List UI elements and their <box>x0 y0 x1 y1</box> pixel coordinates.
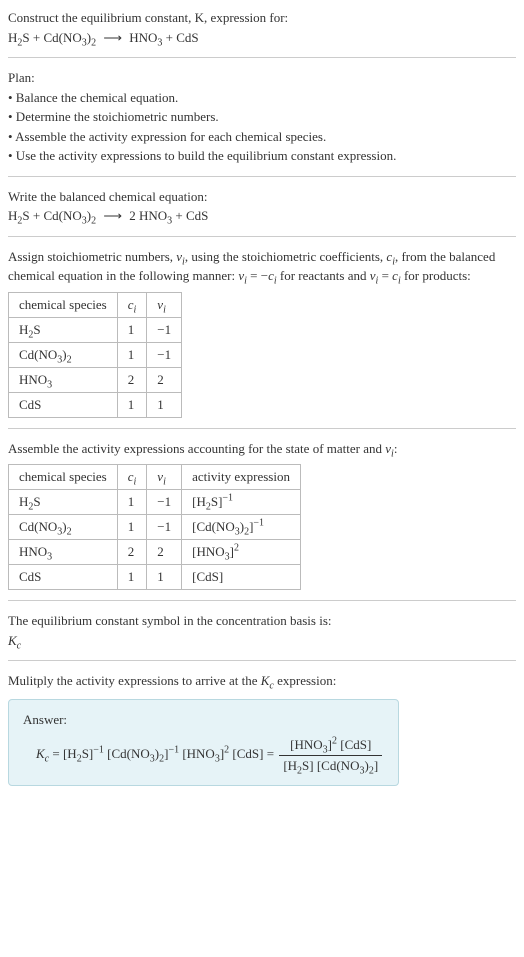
cell: [CdS] <box>182 565 301 590</box>
intro: Construct the equilibrium constant, K, e… <box>8 8 516 47</box>
intro-title: Construct the equilibrium constant, K, e… <box>8 8 516 28</box>
stoich-table: chemical species ci νi H2S 1 −1 Cd(NO3)2… <box>8 292 182 418</box>
cell: 1 <box>117 392 147 417</box>
cell: HNO3 <box>9 367 118 392</box>
col-species: chemical species <box>9 292 118 317</box>
cell: CdS <box>9 392 118 417</box>
cell: 2 <box>147 540 182 565</box>
answer-equation: Kc = [H2S]−1 [Cd(NO3)2]−1 [HNO3]2 [CdS] … <box>23 735 384 775</box>
denominator: [H2S] [Cd(NO3)2] <box>279 756 382 776</box>
symbol-text: The equilibrium constant symbol in the c… <box>8 611 516 631</box>
col-activity: activity expression <box>182 465 301 490</box>
cell: Cd(NO3)2 <box>9 515 118 540</box>
chem: 2 HNO3 + CdS <box>129 208 208 223</box>
cell: 1 <box>117 490 147 515</box>
divider <box>8 660 516 661</box>
cell: 1 <box>117 565 147 590</box>
balanced-title: Write the balanced chemical equation: <box>8 187 516 207</box>
arrow-icon <box>99 208 126 223</box>
table-row: Cd(NO3)2 1 −1 <box>9 342 182 367</box>
plan-b4: • Use the activity expressions to build … <box>8 146 516 166</box>
multiply-text: Mulitply the activity expressions to arr… <box>8 671 516 691</box>
plan: Plan: • Balance the chemical equation. •… <box>8 68 516 166</box>
cell: 1 <box>147 565 182 590</box>
cell: −1 <box>147 490 182 515</box>
symbol-k: Kc <box>8 631 516 651</box>
table-row: CdS 1 1 <box>9 392 182 417</box>
divider <box>8 236 516 237</box>
table-header: chemical species ci νi activity expressi… <box>9 465 301 490</box>
table-row: HNO3 2 2 [HNO3]2 <box>9 540 301 565</box>
divider <box>8 600 516 601</box>
arrow-icon <box>99 30 126 45</box>
intro-title-text: Construct the equilibrium constant, K, e… <box>8 10 288 25</box>
cell: 1 <box>117 317 147 342</box>
cell: H2S <box>9 317 118 342</box>
cell: 1 <box>117 342 147 367</box>
cell: Cd(NO3)2 <box>9 342 118 367</box>
cell: 2 <box>117 367 147 392</box>
assemble-text: Assemble the activity expressions accoun… <box>8 439 516 459</box>
table-row: CdS 1 1 [CdS] <box>9 565 301 590</box>
cell: [Cd(NO3)2]−1 <box>182 515 301 540</box>
cell: 1 <box>147 392 182 417</box>
col-vi: νi <box>147 292 182 317</box>
cell: CdS <box>9 565 118 590</box>
multiply: Mulitply the activity expressions to arr… <box>8 671 516 786</box>
table-row: H2S 1 −1 <box>9 317 182 342</box>
plan-b2: • Determine the stoichiometric numbers. <box>8 107 516 127</box>
chem: H2S + Cd(NO3)2 <box>8 208 96 223</box>
assemble: Assemble the activity expressions accoun… <box>8 439 516 591</box>
cell: −1 <box>147 317 182 342</box>
balanced-equation: H2S + Cd(NO3)2 2 HNO3 + CdS <box>8 206 516 226</box>
activity-table: chemical species ci νi activity expressi… <box>8 464 301 590</box>
plan-b1: • Balance the chemical equation. <box>8 88 516 108</box>
cell: H2S <box>9 490 118 515</box>
cell: HNO3 <box>9 540 118 565</box>
table-row: Cd(NO3)2 1 −1 [Cd(NO3)2]−1 <box>9 515 301 540</box>
table-row: H2S 1 −1 [H2S]−1 <box>9 490 301 515</box>
divider <box>8 57 516 58</box>
plan-b3: • Assemble the activity expression for e… <box>8 127 516 147</box>
divider <box>8 428 516 429</box>
cell: −1 <box>147 342 182 367</box>
cell: 1 <box>117 515 147 540</box>
cell: [HNO3]2 <box>182 540 301 565</box>
cell: 2 <box>117 540 147 565</box>
col-vi: νi <box>147 465 182 490</box>
plan-title: Plan: <box>8 68 516 88</box>
col-ci: ci <box>117 292 147 317</box>
divider <box>8 176 516 177</box>
cell: 2 <box>147 367 182 392</box>
col-species: chemical species <box>9 465 118 490</box>
chem: HNO3 + CdS <box>129 30 198 45</box>
cell: [H2S]−1 <box>182 490 301 515</box>
balanced: Write the balanced chemical equation: H2… <box>8 187 516 226</box>
symbol: The equilibrium constant symbol in the c… <box>8 611 516 650</box>
chem: H2S + Cd(NO3)2 <box>8 30 96 45</box>
assign: Assign stoichiometric numbers, νi, using… <box>8 247 516 418</box>
table-row: HNO3 2 2 <box>9 367 182 392</box>
intro-equation: H2S + Cd(NO3)2 HNO3 + CdS <box>8 28 516 48</box>
numerator: [HNO3]2 [CdS] <box>279 735 382 756</box>
answer-label: Answer: <box>23 710 384 730</box>
cell: −1 <box>147 515 182 540</box>
answer-box: Answer: Kc = [H2S]−1 [Cd(NO3)2]−1 [HNO3]… <box>8 699 399 787</box>
fraction: [HNO3]2 [CdS][H2S] [Cd(NO3)2] <box>279 735 382 775</box>
col-ci: ci <box>117 465 147 490</box>
assign-text: Assign stoichiometric numbers, νi, using… <box>8 247 516 286</box>
table-header: chemical species ci νi <box>9 292 182 317</box>
